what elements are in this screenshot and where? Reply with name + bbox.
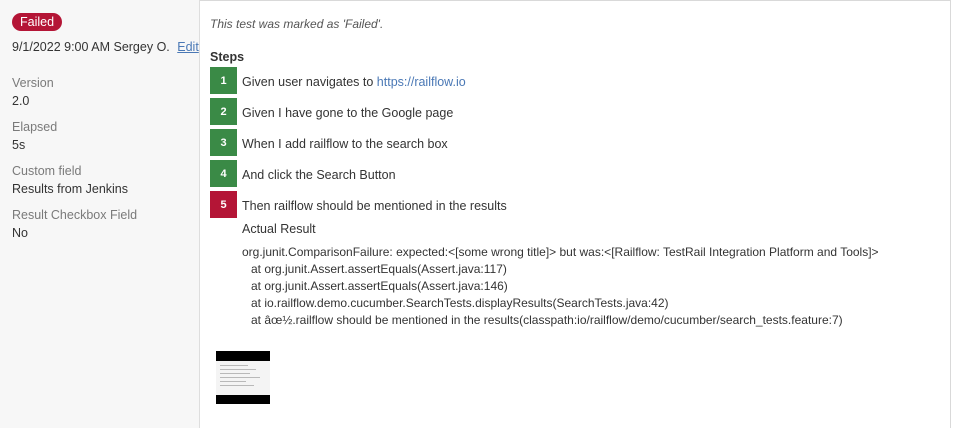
steps-heading: Steps (210, 50, 245, 64)
result-author: Sergey O. (113, 40, 170, 54)
thumbnail-preview (216, 361, 270, 395)
result-datetime: 9/1/2022 9:00 AM (12, 40, 110, 54)
result-details: This test was marked as 'Failed'. Steps … (210, 0, 950, 428)
step-text: And click the Search Button (242, 168, 396, 182)
trace-line: at io.railflow.demo.cucumber.SearchTests… (251, 296, 669, 310)
trace-line: org.junit.ComparisonFailure: expected:<[… (242, 245, 879, 259)
screenshot-attachment-thumbnail[interactable] (216, 351, 270, 404)
field-elapsed: Elapsed 5s (12, 118, 199, 154)
field-label: Version (12, 76, 54, 90)
step-number-badge: 2 (210, 98, 237, 125)
status-badge: Failed (12, 13, 63, 31)
stack-trace: org.junit.ComparisonFailure: expected:<[… (242, 244, 879, 329)
field-result-checkbox: Result Checkbox Field No (12, 206, 199, 242)
step-number-badge: 1 (210, 67, 237, 94)
edit-link[interactable]: Edit (177, 40, 199, 54)
field-label: Elapsed (12, 120, 58, 134)
step-text: Given user navigates to https://railflow… (242, 75, 466, 89)
field-label: Result Checkbox Field (12, 208, 138, 222)
field-value: No (12, 226, 28, 240)
field-version: Version 2.0 (12, 74, 199, 110)
step-number-badge: 4 (210, 160, 237, 187)
step-number-badge: 3 (210, 129, 237, 156)
step-text-prefix: Given user navigates to (242, 75, 377, 89)
trace-line: at org.junit.Assert.assertEquals(Assert.… (251, 279, 508, 293)
step-text: When I add railflow to the search box (242, 137, 448, 151)
result-fields: Version 2.0 Elapsed 5s Custom field Resu… (12, 74, 199, 242)
step-text: Then railflow should be mentioned in the… (242, 199, 507, 213)
trace-line: at org.junit.Assert.assertEquals(Assert.… (251, 262, 507, 276)
trace-line: at âœ½.railflow should be mentioned in t… (251, 313, 843, 327)
result-sidebar: Failed 9/1/2022 9:00 AM Sergey O. Edit V… (0, 0, 200, 428)
field-value: Results from Jenkins (12, 182, 129, 196)
step-link[interactable]: https://railflow.io (377, 75, 466, 89)
field-label: Custom field (12, 164, 82, 178)
result-meta: 9/1/2022 9:00 AM Sergey O. Edit (12, 40, 199, 54)
field-value: 5s (12, 138, 26, 152)
field-value: 2.0 (12, 94, 30, 108)
result-comment: This test was marked as 'Failed'. (210, 17, 384, 31)
actual-result-label: Actual Result (242, 222, 316, 236)
step-text: Given I have gone to the Google page (242, 106, 454, 120)
field-custom: Custom field Results from Jenkins (12, 162, 199, 198)
step-number-badge: 5 (210, 191, 237, 218)
